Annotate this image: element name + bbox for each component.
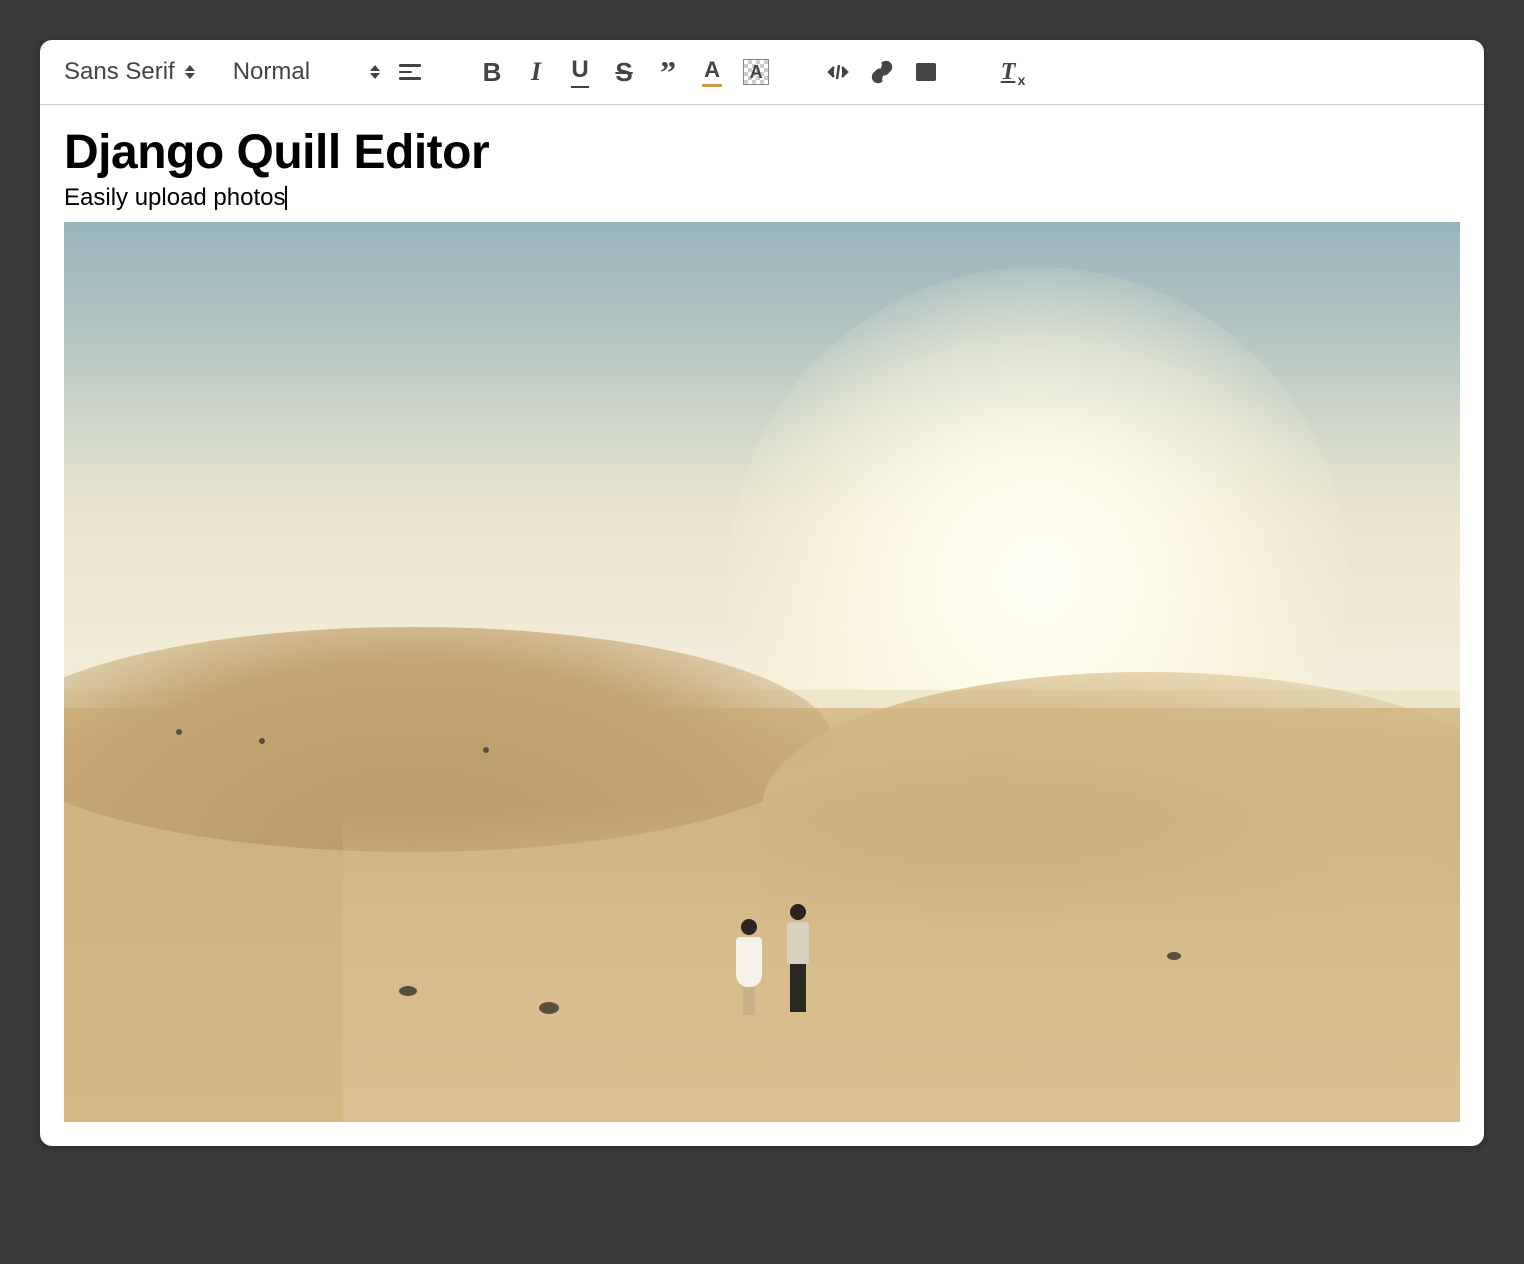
bold-button[interactable]: B [474, 54, 510, 90]
clear-format-button[interactable]: T x [990, 54, 1026, 90]
image-figure-woman [734, 919, 764, 1014]
image-bush [1167, 952, 1181, 960]
editor-toolbar: Sans Serif Normal B I [40, 40, 1484, 105]
align-button[interactable] [392, 54, 428, 90]
align-icon [399, 64, 421, 80]
font-picker[interactable]: Sans Serif [60, 58, 199, 86]
strike-icon: S [615, 57, 632, 88]
italic-button[interactable]: I [518, 54, 554, 90]
font-picker-label: Sans Serif [64, 58, 175, 86]
link-icon [870, 60, 894, 84]
background-color-button[interactable]: A [738, 54, 774, 90]
inserted-image[interactable] [64, 222, 1460, 1122]
underline-button[interactable]: U [562, 54, 598, 90]
image-bush [176, 729, 182, 735]
bold-icon: B [483, 57, 502, 88]
image-icon [914, 60, 938, 84]
background-color-icon: A [743, 59, 769, 85]
clear-format-icon: T [1001, 59, 1016, 85]
link-button[interactable] [864, 54, 900, 90]
italic-icon: I [531, 57, 541, 87]
size-picker-label: Normal [233, 58, 310, 86]
size-picker[interactable]: Normal [229, 58, 384, 86]
image-dune [343, 807, 1460, 1122]
image-bush [539, 1002, 559, 1014]
underline-icon: U [571, 56, 588, 88]
code-block-button[interactable] [820, 54, 856, 90]
image-bush [483, 747, 489, 753]
editor-container: Sans Serif Normal B I [40, 40, 1484, 1146]
text-color-icon: A [702, 57, 722, 87]
quote-icon: ” [660, 66, 676, 78]
code-icon [826, 60, 850, 84]
blockquote-button[interactable]: ” [650, 54, 686, 90]
image-bush [399, 986, 417, 996]
editor-content-area[interactable]: Django Quill Editor Easily upload photos [40, 105, 1484, 1146]
content-heading: Django Quill Editor [64, 125, 1460, 180]
image-figure-man [783, 904, 813, 1014]
strike-button[interactable]: S [606, 54, 642, 90]
content-paragraph: Easily upload photos [64, 184, 285, 212]
dropdown-arrows-icon [370, 65, 380, 79]
image-button[interactable] [908, 54, 944, 90]
dropdown-arrows-icon [185, 65, 195, 79]
text-color-button[interactable]: A [694, 54, 730, 90]
